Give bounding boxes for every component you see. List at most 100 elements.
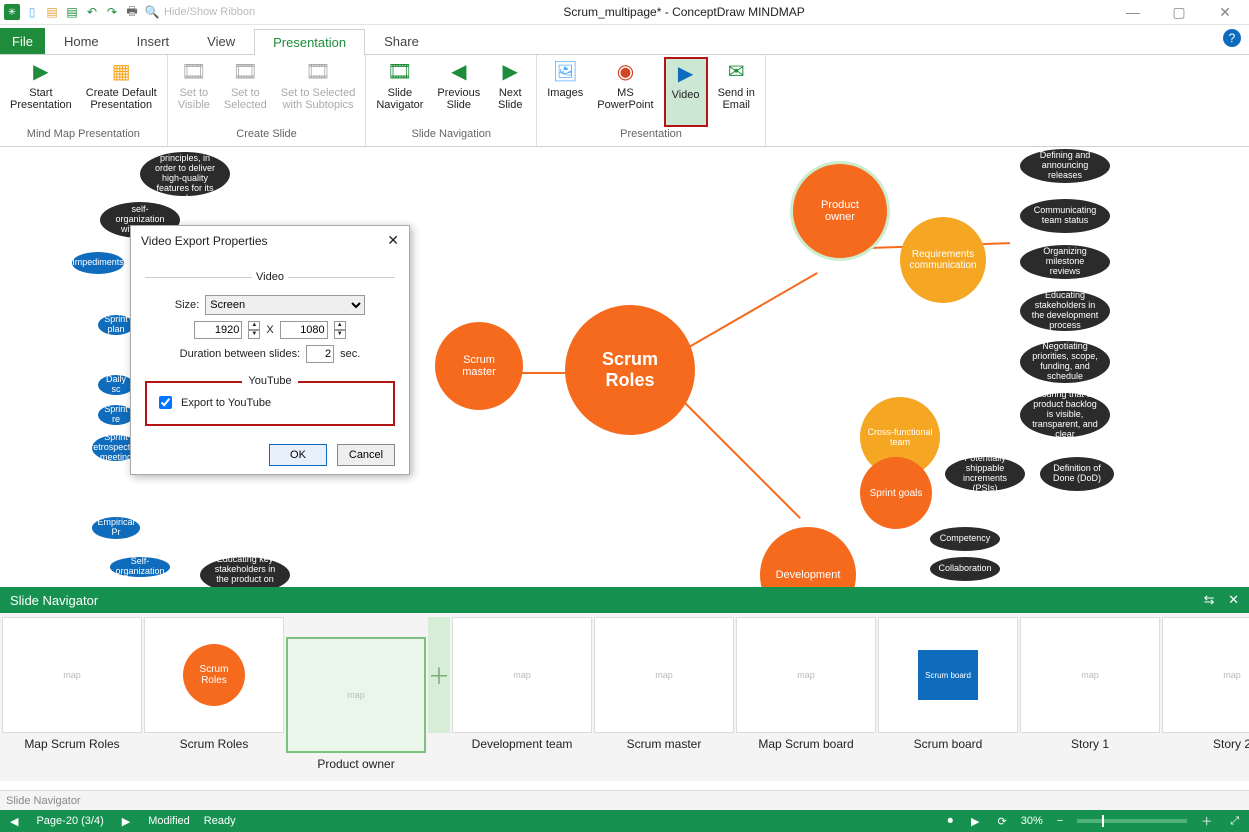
slide-thumb-5[interactable]: mapMap Scrum board xyxy=(736,617,876,765)
new-icon[interactable]: ▯ xyxy=(24,4,40,20)
slide-thumb-6[interactable]: Scrum boardScrum board xyxy=(878,617,1018,765)
slide-thumb-1[interactable]: Scrum Roles Scrum Roles xyxy=(144,617,284,765)
record-icon[interactable]: ⏺ xyxy=(944,815,958,828)
height-input[interactable] xyxy=(280,321,328,339)
undo-icon[interactable]: ↶ xyxy=(84,4,100,20)
slide-thumb-4[interactable]: mapScrum master xyxy=(594,617,734,765)
youtube-legend: YouTube xyxy=(242,375,297,387)
slide-navigator[interactable]: mapMap Scrum Roles Scrum Roles Scrum Rol… xyxy=(0,613,1249,781)
video-legend: Video xyxy=(252,271,288,283)
hide-ribbon-toggle[interactable]: Hide/Show Ribbon xyxy=(164,4,255,20)
leaf-team-status[interactable]: Communicating team status xyxy=(1020,199,1110,233)
leaf-daily-scrum[interactable]: Daily sc xyxy=(98,375,134,395)
slide-thumb-2[interactable]: ▶ 📷 ✕ mapProduct owner xyxy=(286,637,426,781)
leaf-milestone-reviews[interactable]: Organizing milestone reviews xyxy=(1020,245,1110,279)
leaf-psis[interactable]: Potentially shippable increments (PSIs) xyxy=(945,457,1025,491)
video-fieldset: Video Size: Screen ▲▼ X ▲▼ Duration betw… xyxy=(145,271,395,375)
leaf-educating-stakeholders[interactable]: Educating stakeholders in the developmen… xyxy=(1020,291,1110,331)
slides-icon: ▦ xyxy=(105,59,137,85)
node-sprint-goals[interactable]: Sprint goals xyxy=(860,457,932,529)
leaf-impediments[interactable]: Impediments xyxy=(72,252,124,274)
help-icon[interactable]: ? xyxy=(1223,29,1241,47)
start-presentation-button[interactable]: ▶ Start Presentation xyxy=(6,57,76,128)
tab-view[interactable]: View xyxy=(188,28,254,54)
leaf-self-organization[interactable]: Self-organization xyxy=(110,557,170,577)
node-scrum-roles[interactable]: Scrum Roles xyxy=(565,305,695,435)
film-icon: 🎞 xyxy=(178,59,210,85)
node-scrum-master[interactable]: Scrum master xyxy=(435,322,523,410)
leaf-educating-key-stakeholders[interactable]: Educating key stakeholders in the produc… xyxy=(200,557,290,587)
export-youtube-checkbox[interactable] xyxy=(159,396,172,409)
group-mindmap-presentation: ▶ Start Presentation ▦ Create Default Pr… xyxy=(0,55,168,146)
cancel-button[interactable]: Cancel xyxy=(337,444,395,466)
send-in-email-button[interactable]: ✉Send in Email xyxy=(714,57,759,128)
height-spinner[interactable]: ▲▼ xyxy=(334,321,346,339)
slide-thumb-8[interactable]: mapStory 2 xyxy=(1162,617,1249,765)
status-ready: Ready xyxy=(204,815,236,827)
node-product-owner[interactable]: Product owner xyxy=(790,161,890,261)
fit-page-icon[interactable]: ⤢ xyxy=(1226,815,1243,828)
minimize-button[interactable]: — xyxy=(1113,0,1153,24)
close-button[interactable]: ✕ xyxy=(1205,0,1245,24)
next-page-icon[interactable]: ▶ xyxy=(118,815,134,828)
page-indicator[interactable]: Page-20 (3/4) xyxy=(36,815,103,827)
tab-share[interactable]: Share xyxy=(365,28,438,54)
zoom-in-icon[interactable]: ＋ xyxy=(1197,813,1216,829)
tab-file[interactable]: File xyxy=(0,28,45,54)
play-status-icon[interactable]: ▶ xyxy=(967,815,983,828)
node-development[interactable]: Development xyxy=(760,527,856,587)
previous-slide-button[interactable]: ◀Previous Slide xyxy=(433,57,484,128)
leaf-backlog-visible[interactable]: Ensuring that the product backlog is vis… xyxy=(1020,393,1110,437)
leaf-competency[interactable]: Competency xyxy=(930,527,1000,551)
print-icon[interactable]: 🖶 xyxy=(124,4,140,20)
refresh-icon[interactable]: ⟳ xyxy=(994,815,1011,828)
slide-thumb-7[interactable]: mapStory 1 xyxy=(1020,617,1160,765)
panel-label: Slide Navigator xyxy=(0,790,1249,810)
leaf-scrum-principles[interactable]: the scrum principles, in order to delive… xyxy=(140,152,230,196)
leaf-negotiating-priorities[interactable]: Negotiating priorities, scope, funding, … xyxy=(1020,341,1110,383)
duration-input[interactable] xyxy=(306,345,334,363)
ok-button[interactable]: OK xyxy=(269,444,327,466)
next-slide-button[interactable]: ▶Next Slide xyxy=(490,57,530,128)
slide-thumb-0[interactable]: mapMap Scrum Roles xyxy=(2,617,142,765)
set-to-visible-button[interactable]: 🎞Set to Visible xyxy=(174,57,214,128)
tab-presentation[interactable]: Presentation xyxy=(254,29,365,55)
tab-home[interactable]: Home xyxy=(45,28,118,54)
node-requirements-communication[interactable]: Requirements communication xyxy=(900,217,986,303)
prev-page-icon[interactable]: ◀ xyxy=(6,815,22,828)
maximize-button[interactable]: ▢ xyxy=(1159,0,1199,24)
create-default-presentation-button[interactable]: ▦ Create Default Presentation xyxy=(82,57,161,128)
redo-icon[interactable]: ↷ xyxy=(104,4,120,20)
slide-thumb-3[interactable]: mapDevelopment team xyxy=(452,617,592,765)
leaf-sprint-review[interactable]: Sprint re xyxy=(98,405,134,425)
size-select[interactable]: Screen xyxy=(205,295,365,315)
title-bar: ✳ ▯ ▤ ▤ ↶ ↷ 🖶 🔍 Hide/Show Ribbon Scrum_m… xyxy=(0,0,1249,25)
tab-insert[interactable]: Insert xyxy=(118,28,189,54)
zoom-slider[interactable] xyxy=(1077,819,1187,823)
pin-icon[interactable]: ⇆ xyxy=(1204,592,1215,607)
open-icon[interactable]: ▤ xyxy=(44,4,60,20)
width-spinner[interactable]: ▲▼ xyxy=(248,321,260,339)
leaf-defining-releases[interactable]: Defining and announcing releases xyxy=(1020,149,1110,183)
quick-access-toolbar: ✳ ▯ ▤ ▤ ↶ ↷ 🖶 🔍 Hide/Show Ribbon xyxy=(4,4,255,20)
save-icon[interactable]: ▤ xyxy=(64,4,80,20)
panel-close-icon[interactable]: ✕ xyxy=(1228,592,1239,607)
width-input[interactable] xyxy=(194,321,242,339)
group-slide-navigation: 🎞Slide Navigator ◀Previous Slide ▶Next S… xyxy=(366,55,537,146)
leaf-dod[interactable]: Definition of Done (DoD) xyxy=(1040,457,1114,491)
add-slide-button[interactable]: ＋ xyxy=(428,617,450,733)
zoom-out-icon[interactable]: − xyxy=(1053,815,1067,827)
leaf-empirical[interactable]: Empirical Pr xyxy=(92,517,140,539)
dialog-close-icon[interactable]: ✕ xyxy=(387,232,399,249)
slide-navigator-button[interactable]: 🎞Slide Navigator xyxy=(372,57,427,128)
play-icon: ▶ xyxy=(25,59,57,85)
ms-powerpoint-button[interactable]: ◉MS PowerPoint xyxy=(593,57,657,128)
youtube-fieldset: YouTube Export to YouTube xyxy=(145,381,395,426)
images-button[interactable]: 🖼Images xyxy=(543,57,587,128)
video-export-button[interactable]: ▶Video xyxy=(664,57,708,127)
slide-navigator-title: Slide Navigator xyxy=(10,593,98,608)
status-modified: Modified xyxy=(148,815,190,827)
leaf-sprint-plan[interactable]: Sprint plan xyxy=(98,315,134,335)
leaf-collaboration[interactable]: Collaboration xyxy=(930,557,1000,581)
preview-icon[interactable]: 🔍 xyxy=(144,4,160,20)
